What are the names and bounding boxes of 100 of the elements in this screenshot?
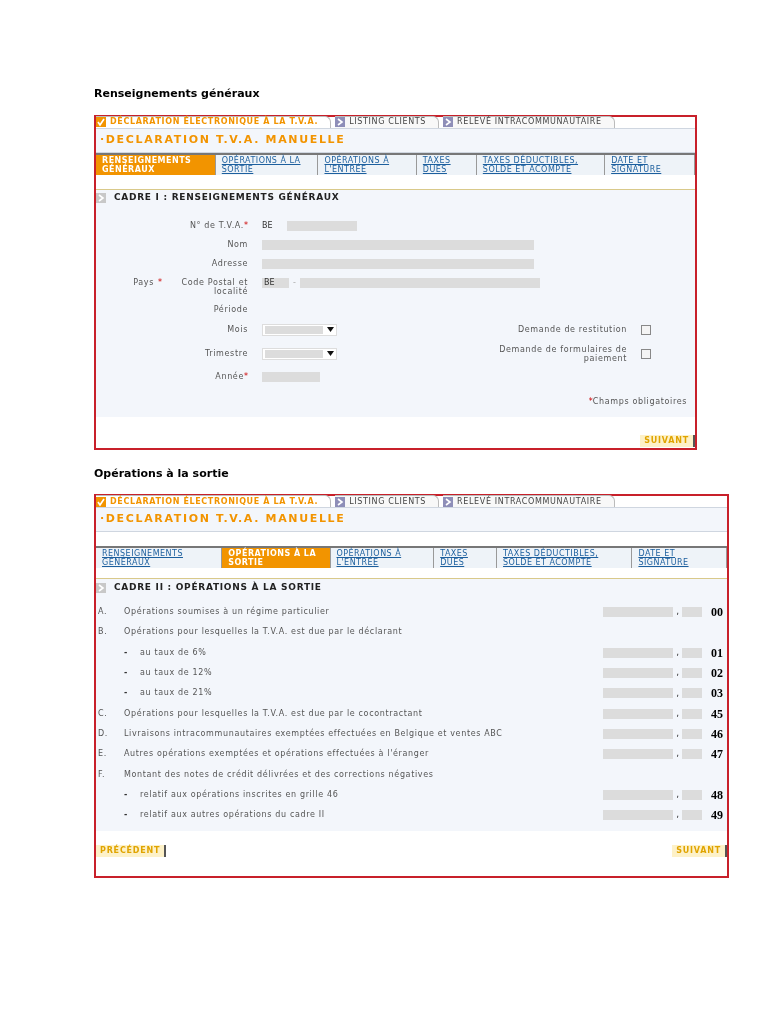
field-label: Pays [133,277,154,288]
step-tab[interactable]: TAXES DUES [416,154,477,175]
section-heading: Opérations à la sortie [94,465,229,482]
decimal-separator: , [676,666,679,680]
amount-field[interactable] [603,668,674,679]
step-tab[interactable]: DATE ET SIGNATURE [605,154,695,175]
bullet: - [124,788,129,801]
row-letter: A. [97,606,109,619]
input-field[interactable] [262,371,320,382]
grid-code: 00 [710,604,723,622]
grid-code: 48 [710,786,723,804]
section-heading: Renseignements généraux [94,86,260,102]
cents-field[interactable] [682,749,702,760]
decimal-separator: , [676,605,679,619]
row-label: relatif aux autres opérations du cadre II [140,809,326,822]
field-label: Code Postal et localité [180,277,248,296]
chevron-icon [443,117,454,127]
section-title: CADRE I : RENSEIGNEMENTS GÉNÉRAUX [114,191,340,205]
step-tab[interactable]: OPÉRATIONS À L'ENTRÉE [330,548,435,568]
step-tab[interactable]: TAXES DÉDUCTIBLES, SOLDE ET ACOMPTE [497,548,633,568]
dropdown[interactable] [262,347,337,360]
checkbox[interactable] [641,348,651,359]
bullet: - [124,687,129,700]
row-label: relatif aux opérations inscrites en grille 46 [140,788,340,801]
cents-field[interactable] [682,789,702,800]
amount-field[interactable] [603,728,674,739]
row-label: Opérations pour lesquelles la T.V.A. est due par le déclarant [124,626,404,639]
separator: - [293,277,296,288]
field-label: Trimestre [204,348,248,358]
cents-field[interactable] [682,647,702,658]
amount-field[interactable] [603,688,674,699]
amount-field[interactable] [603,708,674,719]
step-tab[interactable]: TAXES DÉDUCTIBLES, SOLDE ET ACOMPTE [476,154,606,175]
input-field[interactable]: BE [262,277,289,288]
chevron-icon [335,117,346,127]
amount-field[interactable] [603,607,674,618]
row-letter: B. [97,626,109,639]
top-tab[interactable]: RELEVÉ INTRACOMMUNAUTAIRE [443,115,615,128]
field-label: Année [215,371,244,382]
step-tab[interactable]: OPÉRATIONS À LA SORTIE [215,154,319,175]
input-field[interactable] [262,239,534,250]
row-label: Autres opérations exemptées et opérations effectuées à l'éranger [124,748,430,761]
amount-field[interactable] [603,749,674,760]
cents-field[interactable] [682,688,702,699]
caret-icon [327,351,334,356]
required-mark: * [244,371,248,382]
country-prefix: BE [262,220,273,231]
grid-code: 45 [710,705,723,723]
decimal-separator: , [676,646,679,659]
step-tab[interactable]: OPÉRATIONS À L'ENTRÉE [318,154,417,175]
dropdown[interactable] [262,323,337,336]
field-label: Nom [227,239,248,249]
bullet: - [124,809,129,822]
field-label: Période [213,304,248,314]
cents-field[interactable] [682,810,702,821]
row-label: Livraisons intracommunautaires exemptées effectuées en Belgique et ventes ABC [124,727,504,740]
input-field[interactable] [286,220,357,231]
decimal-separator: , [676,706,679,720]
row-label: Montant des notes de crédit délivrées et des corrections négatives [124,768,435,781]
input-field[interactable] [299,277,540,288]
row-label: au taux de 6% [140,646,208,659]
decimal-separator: , [676,686,679,700]
decimal-separator: , [676,747,679,761]
decimal-separator: , [676,727,679,741]
grid-code: 46 [710,725,723,743]
row-letter: D. [97,727,109,740]
cents-field[interactable] [682,708,702,719]
row-label: au taux de 12% [140,667,214,680]
field-label: Demande de formulaires de paiement [498,344,627,363]
amount-field[interactable] [603,810,674,821]
field-label: Demande de restitution [516,325,627,334]
top-tab[interactable]: LISTING CLIENTS [335,115,440,128]
step-tab[interactable]: DATE ET SIGNATURE [632,548,727,568]
row-label: au taux de 21% [140,687,214,700]
cents-field[interactable] [682,728,702,739]
bullet: - [124,646,129,659]
amount-field[interactable] [603,647,674,658]
input-field[interactable] [262,258,534,269]
row-label: Opérations soumises à un régime particulier [124,606,331,619]
grid-code: 01 [710,644,723,662]
grid-code: 49 [710,807,723,825]
field-label: Champs obligatoires [592,396,687,407]
grid-code: 03 [710,685,723,703]
checkbox[interactable] [641,324,651,335]
top-tab[interactable]: RELEVÉ INTRACOMMUNAUTAIRE [443,495,615,507]
section-title: CADRE II : OPÉRATIONS À LA SORTIE [114,580,322,594]
required-mark: * [158,277,162,288]
cents-field[interactable] [682,668,702,679]
row-letter: E. [97,748,108,761]
form-title: ·DECLARATION T.V.A. MANUELLE [96,128,695,153]
step-tab[interactable]: TAXES DUES [434,548,497,568]
cents-field[interactable] [682,607,702,618]
amount-field[interactable] [603,789,674,800]
decimal-separator: , [676,808,679,822]
top-tab[interactable]: LISTING CLIENTS [335,495,440,507]
decimal-separator: , [676,788,679,802]
row-letter: C. [97,707,109,720]
bullet: - [124,667,129,680]
field-label: Mois [227,324,248,334]
row-label: Opérations pour lesquelles la T.V.A. est due par le cocontractant [124,707,424,720]
